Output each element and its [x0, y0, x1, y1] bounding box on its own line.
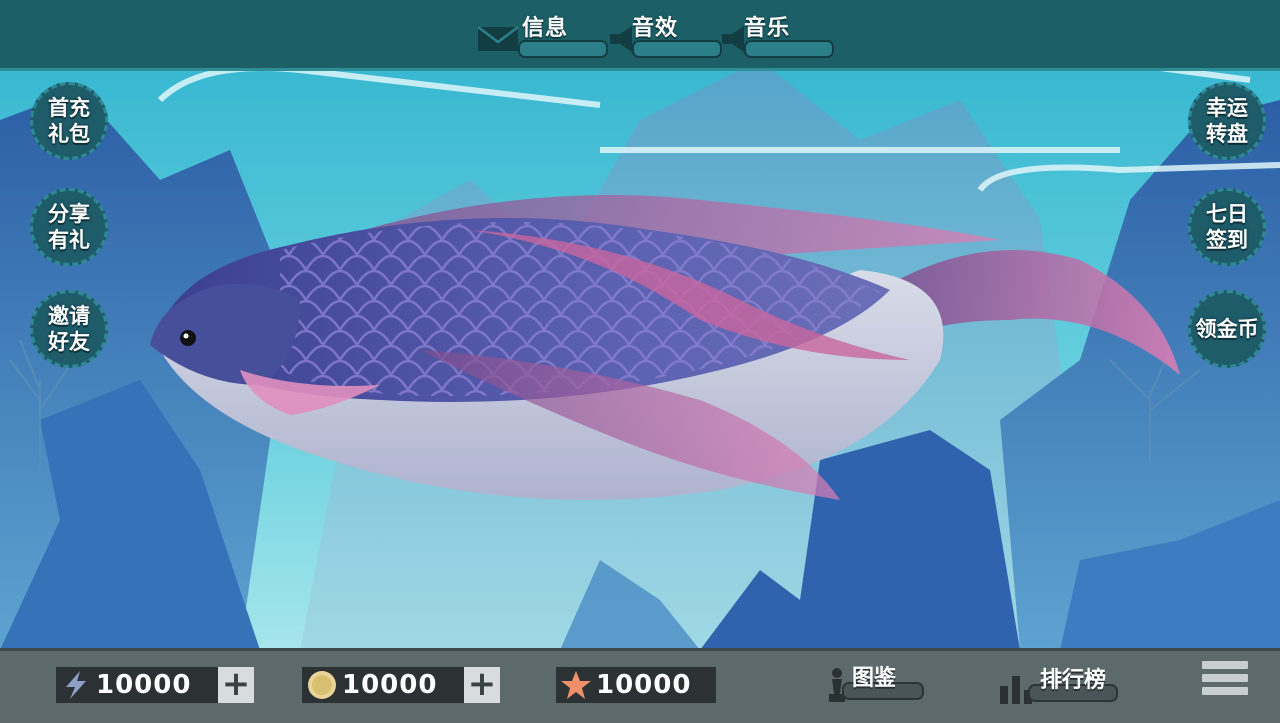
star-icon	[561, 671, 591, 699]
sound-effect-label: 音效	[632, 16, 679, 41]
share-reward-button[interactable]: 分享有礼	[30, 188, 108, 266]
star-value: 10000	[596, 670, 692, 700]
energy-value: 10000	[96, 670, 192, 700]
first-recharge-gift-label: 首充礼包	[48, 96, 90, 146]
first-recharge-gift-button[interactable]: 首充礼包	[30, 82, 108, 160]
hamburger-menu-button[interactable]	[1202, 661, 1248, 705]
message-bar	[518, 40, 608, 58]
add-coins-button[interactable]: +	[464, 667, 500, 703]
codex-label: 图鉴	[852, 666, 897, 691]
message-button[interactable]: 信息	[476, 10, 608, 58]
lucky-wheel-button[interactable]: 幸运转盘	[1188, 82, 1266, 160]
invite-friends-button[interactable]: 邀请好友	[30, 290, 108, 368]
message-label: 信息	[522, 16, 569, 41]
invite-friends-label: 邀请好友	[48, 304, 90, 354]
codex-button[interactable]: 图鉴	[822, 660, 924, 704]
ranking-label: 排行榜	[1040, 668, 1107, 693]
sound-effect-bar	[632, 40, 722, 58]
lucky-wheel-label: 幸运转盘	[1206, 96, 1248, 146]
underwater-scene	[0, 0, 1280, 720]
sound-effect-button[interactable]: 音效	[608, 10, 722, 58]
coin-value: 10000	[342, 670, 438, 700]
hamburger-icon	[1202, 661, 1248, 669]
music-bar	[744, 40, 834, 58]
ranking-button[interactable]: 排行榜	[998, 660, 1118, 704]
coin-counter: 10000	[302, 667, 464, 703]
music-button[interactable]: 音乐	[720, 10, 834, 58]
mail-icon	[477, 26, 519, 51]
energy-counter: 10000	[56, 667, 218, 703]
bar-chart-icon	[1000, 676, 1032, 704]
lightning-icon	[66, 671, 86, 699]
share-reward-label: 分享有礼	[48, 202, 90, 252]
music-label: 音乐	[744, 16, 791, 41]
collect-coins-label: 领金币	[1195, 317, 1259, 341]
coin-icon	[308, 671, 336, 699]
seven-day-signin-button[interactable]: 七日签到	[1188, 188, 1266, 266]
collect-coins-button[interactable]: 领金币	[1188, 290, 1266, 368]
star-counter: 10000	[556, 667, 716, 703]
add-energy-button[interactable]: +	[218, 667, 254, 703]
seven-day-signin-label: 七日签到	[1206, 202, 1248, 252]
